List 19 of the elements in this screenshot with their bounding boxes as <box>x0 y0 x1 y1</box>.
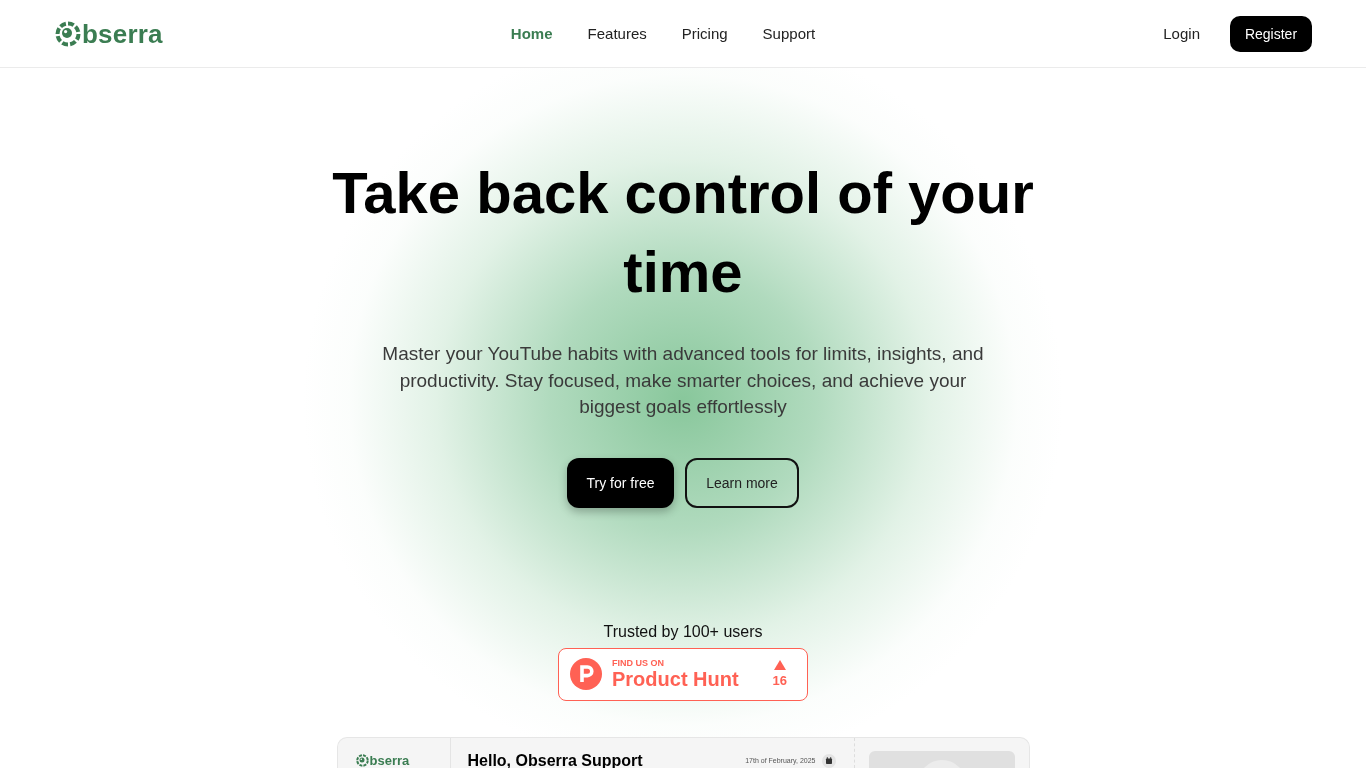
hero-heading: Take back control of your time <box>331 159 1035 306</box>
nav-link[interactable]: Pricing <box>681 23 728 44</box>
login-link[interactable]: Login <box>1163 23 1200 44</box>
preview-logo-text: bserra <box>369 753 410 768</box>
register-button[interactable]: Register <box>1230 15 1312 52</box>
nav-link[interactable]: Features <box>587 23 647 44</box>
try-free-button[interactable]: Try for free <box>567 457 674 508</box>
logo-link[interactable]: bserra <box>55 18 163 49</box>
vote-count: 16 <box>772 674 787 688</box>
upvote-triangle-icon <box>773 660 786 670</box>
nav-link[interactable]: Home <box>510 23 553 44</box>
hero-description: Master your YouTube habits with advanced tools for limits, insights, and productivity. Stay focused, make smarter choices, and achieve your biggest goals effortlessly <box>381 342 985 419</box>
badge-caption: FIND US ON <box>612 658 665 668</box>
eye-ring-logo-icon <box>55 20 81 47</box>
learn-more-button[interactable]: Learn more <box>685 457 799 508</box>
badge-title: Product Hunt <box>612 668 740 690</box>
nav-link[interactable]: Support <box>762 23 816 44</box>
product-hunt-logo-icon <box>570 658 602 690</box>
trust-text: Trusted by 100+ users <box>603 621 763 642</box>
